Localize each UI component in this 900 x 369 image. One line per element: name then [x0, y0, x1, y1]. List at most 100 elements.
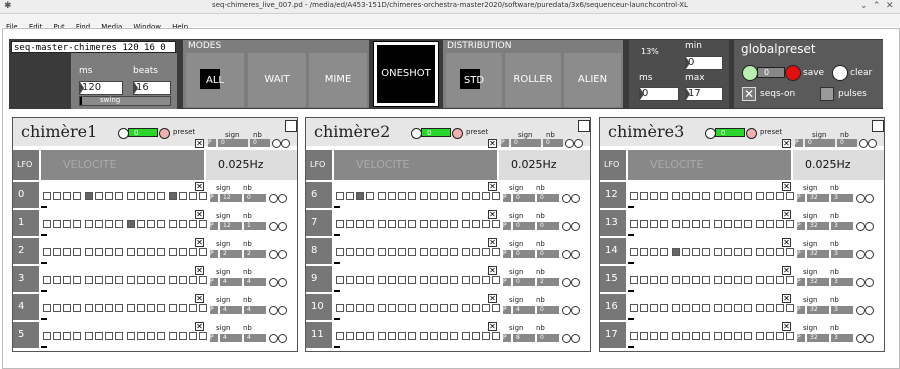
mode-all-button[interactable]: ALL [186, 53, 244, 107]
step-toggle[interactable] [199, 276, 207, 284]
step-toggle[interactable] [640, 248, 648, 256]
step-toggle[interactable] [420, 192, 428, 200]
row-p-button[interactable]: P [210, 194, 218, 202]
step-toggle[interactable] [492, 304, 500, 312]
step-toggle[interactable] [398, 192, 406, 200]
row-p-button[interactable]: P [797, 250, 805, 258]
step-toggle[interactable] [378, 220, 386, 228]
row-toggle-a-icon[interactable] [856, 250, 865, 259]
step-toggle[interactable] [85, 248, 93, 256]
row-clear-x-icon[interactable]: ✕ [488, 266, 497, 275]
row-toggle-b-icon[interactable] [278, 278, 287, 287]
row-clear-x-icon[interactable]: ✕ [195, 182, 204, 191]
step-toggle[interactable] [776, 220, 784, 228]
mode-wait-button[interactable]: WAIT [248, 53, 306, 107]
step-toggle[interactable] [105, 192, 113, 200]
step-toggle[interactable] [73, 248, 81, 256]
step-toggle[interactable] [105, 248, 113, 256]
step-toggle[interactable] [462, 192, 470, 200]
lfo-frequency[interactable]: 0.025Hz [793, 150, 884, 180]
row-sign-number[interactable]: 0 [513, 222, 535, 230]
step-toggle[interactable] [398, 332, 406, 340]
step-toggle[interactable] [640, 276, 648, 284]
step-toggle[interactable] [137, 276, 145, 284]
step-toggle[interactable] [73, 276, 81, 284]
step-toggle[interactable] [420, 304, 428, 312]
head-toggle-b-icon[interactable] [281, 139, 290, 148]
step-toggle[interactable] [430, 192, 438, 200]
preset-recall-circle-icon[interactable] [742, 65, 758, 81]
step-toggle[interactable] [650, 220, 658, 228]
step-toggle[interactable] [714, 332, 722, 340]
step-toggle[interactable] [766, 276, 774, 284]
row-clear-x-icon[interactable]: ✕ [782, 294, 791, 303]
step-toggle[interactable] [776, 332, 784, 340]
row-nb-number[interactable]: 0 [537, 194, 559, 202]
head-nb-number[interactable]: 0 [250, 139, 270, 147]
step-toggle[interactable] [672, 276, 680, 284]
row-toggle-a-icon[interactable] [856, 222, 865, 231]
step-toggle[interactable] [398, 304, 406, 312]
row-nb-number[interactable]: 0 [537, 334, 559, 342]
step-toggle[interactable] [137, 192, 145, 200]
step-toggle[interactable] [786, 276, 794, 284]
step-toggle[interactable] [440, 248, 448, 256]
row-clear-x-icon[interactable]: ✕ [782, 266, 791, 275]
step-toggle[interactable] [744, 192, 752, 200]
step-toggle[interactable] [378, 248, 386, 256]
clear-circle-icon[interactable] [832, 65, 848, 81]
step-toggle[interactable] [450, 276, 458, 284]
step-toggle[interactable] [702, 220, 710, 228]
step-toggle[interactable] [189, 276, 197, 284]
step-toggle[interactable] [105, 304, 113, 312]
step-toggle[interactable] [482, 192, 490, 200]
step-toggle[interactable] [147, 276, 155, 284]
lfo-frequency[interactable]: 0.025Hz [206, 150, 297, 180]
row-p-button[interactable]: P [503, 334, 511, 342]
mode-mime-button[interactable]: MIME [309, 53, 367, 107]
row-nb-number[interactable]: 0 [244, 194, 266, 202]
step-toggle[interactable] [756, 276, 764, 284]
row-clear-x-icon[interactable]: ✕ [488, 294, 497, 303]
step-toggle[interactable] [199, 192, 207, 200]
row-p-button[interactable]: P [797, 334, 805, 342]
step-toggle[interactable] [672, 304, 680, 312]
step-toggle[interactable] [157, 276, 165, 284]
step-toggle[interactable] [660, 304, 668, 312]
row-toggle-a-icon[interactable] [562, 306, 571, 315]
step-toggle[interactable] [776, 248, 784, 256]
step-toggle[interactable] [388, 276, 396, 284]
row-toggle-b-icon[interactable] [865, 278, 874, 287]
step-toggle[interactable] [169, 192, 177, 200]
row-sign-number[interactable]: 0 [513, 278, 535, 286]
step-toggle[interactable] [388, 304, 396, 312]
step-toggle[interactable] [73, 304, 81, 312]
step-toggle[interactable] [430, 276, 438, 284]
velocite-slider[interactable]: VELOCITE [41, 150, 204, 180]
row-toggle-a-icon[interactable] [269, 306, 278, 315]
step-toggle[interactable] [147, 248, 155, 256]
step-toggle[interactable] [95, 248, 103, 256]
step-toggle[interactable] [157, 220, 165, 228]
step-toggle[interactable] [744, 248, 752, 256]
step-toggle[interactable] [630, 276, 638, 284]
row-p-button[interactable]: P [797, 306, 805, 314]
step-toggle[interactable] [630, 220, 638, 228]
step-toggle[interactable] [776, 304, 784, 312]
row-toggle-a-icon[interactable] [562, 278, 571, 287]
step-toggle[interactable] [702, 276, 710, 284]
step-toggle[interactable] [692, 220, 700, 228]
globalpreset-number[interactable]: 0 [757, 67, 785, 78]
step-toggle[interactable] [440, 304, 448, 312]
dist-std-button[interactable]: STD [446, 53, 502, 107]
step-toggle[interactable] [682, 276, 690, 284]
step-toggle[interactable] [95, 276, 103, 284]
step-toggle[interactable] [786, 220, 794, 228]
step-toggle[interactable] [127, 220, 135, 228]
row-toggle-b-icon[interactable] [865, 334, 874, 343]
step-toggle[interactable] [702, 192, 710, 200]
step-toggle[interactable] [724, 304, 732, 312]
step-toggle[interactable] [43, 192, 51, 200]
row-sign-number[interactable]: 0 [513, 250, 535, 258]
row-clear-x-icon[interactable]: ✕ [195, 266, 204, 275]
